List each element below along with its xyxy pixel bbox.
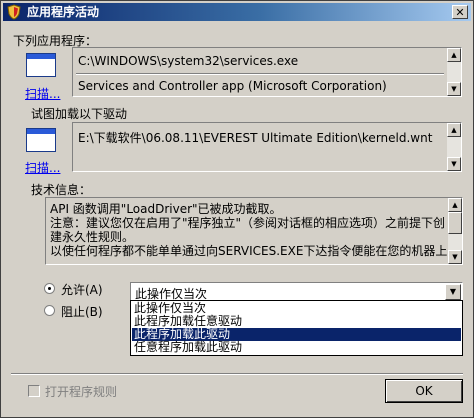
technical-info-box: API 函数调用"LoadDriver"已被成功截取。 注意：建议您仅在启用了"… bbox=[45, 197, 463, 265]
application-description: Services and Controller app (Microsoft C… bbox=[78, 79, 387, 93]
close-button[interactable]: ✕ bbox=[452, 5, 468, 19]
arrow-down-icon: ▼ bbox=[451, 160, 457, 168]
ok-button[interactable]: OK bbox=[385, 379, 463, 403]
driver-scrollbar[interactable]: ▲ ▼ bbox=[447, 123, 461, 171]
program-rule-label: 打开程序规则 bbox=[45, 385, 118, 399]
arrow-up-icon: ▲ bbox=[451, 126, 457, 134]
chevron-down-icon: ▼ bbox=[449, 287, 457, 296]
scroll-up-button[interactable]: ▲ bbox=[447, 48, 461, 62]
block-label[interactable]: 阻止(B) bbox=[61, 303, 103, 320]
divider bbox=[76, 73, 444, 75]
allow-label[interactable]: 允许(A) bbox=[61, 281, 103, 298]
arrow-down-icon: ▼ bbox=[451, 85, 457, 93]
scroll-thumb[interactable] bbox=[448, 212, 462, 234]
application-window-icon bbox=[26, 53, 56, 77]
scope-select[interactable]: 此操作仅当次 ▼ bbox=[130, 282, 463, 301]
scroll-down-button[interactable]: ▼ bbox=[447, 157, 461, 171]
scan-driver-link[interactable]: 扫描... bbox=[25, 159, 60, 176]
application-path: C:\WINDOWS\system32\services.exe bbox=[78, 54, 299, 68]
tech-info-scrollbar[interactable]: ▲ ▼ bbox=[448, 198, 462, 264]
tech-info-line: 以使任何程序都不能单单通过向SERVICES.EXE下达指令便能在您的机器上 bbox=[50, 244, 448, 258]
allow-radio[interactable] bbox=[44, 283, 55, 294]
driver-path: E:\下载软件\06.08.11\EVEREST Ultimate Editio… bbox=[78, 131, 433, 145]
application-scrollbar[interactable]: ▲ ▼ bbox=[447, 48, 461, 96]
scroll-up-button[interactable]: ▲ bbox=[448, 198, 462, 212]
window-title: 应用程序活动 bbox=[27, 5, 100, 19]
scope-option[interactable]: 任意程序加载此驱动 bbox=[132, 341, 461, 354]
application-activity-dialog: 应用程序活动 ✕ 下列应用程序： 扫描... C:\WINDOWS\system… bbox=[0, 0, 474, 418]
arrow-up-icon: ▲ bbox=[451, 51, 457, 59]
scroll-down-button[interactable]: ▼ bbox=[447, 82, 461, 96]
kaspersky-shield-icon bbox=[6, 4, 22, 20]
driver-info-box: E:\下载软件\06.08.11\EVEREST Ultimate Editio… bbox=[72, 122, 462, 172]
scan-application-link[interactable]: 扫描... bbox=[25, 85, 60, 102]
program-rule-checkbox[interactable] bbox=[28, 385, 40, 397]
application-info-box: C:\WINDOWS\system32\services.exe Service… bbox=[72, 47, 462, 97]
arrow-down-icon: ▼ bbox=[452, 253, 458, 261]
driver-section-label: 试图加载以下驱动 bbox=[31, 107, 128, 121]
title-bar: 应用程序活动 ✕ bbox=[3, 3, 471, 21]
close-icon: ✕ bbox=[455, 6, 465, 19]
block-radio[interactable] bbox=[44, 305, 55, 316]
scroll-down-button[interactable]: ▼ bbox=[448, 250, 462, 264]
dropdown-button[interactable]: ▼ bbox=[445, 284, 461, 300]
driver-window-icon bbox=[26, 128, 56, 152]
technical-info-label: 技术信息： bbox=[31, 183, 92, 197]
scope-dropdown-list: 此操作仅当次 此程序加载任意驱动 此程序加载此驱动 任意程序加载此驱动 bbox=[130, 300, 463, 356]
footer-divider bbox=[11, 373, 463, 375]
scroll-up-button[interactable]: ▲ bbox=[447, 123, 461, 137]
arrow-up-icon: ▲ bbox=[452, 201, 458, 209]
